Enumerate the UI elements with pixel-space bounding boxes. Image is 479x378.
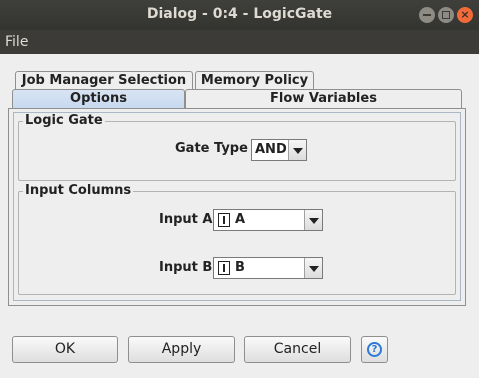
input-b-value: B bbox=[235, 260, 245, 275]
tab-label: Options bbox=[70, 91, 127, 106]
input-a-label: Input A bbox=[159, 212, 213, 227]
help-button[interactable]: ? bbox=[361, 336, 388, 363]
dialog-window: Dialog - 0:4 - LogicGate × File Job Mana… bbox=[0, 0, 479, 378]
tab-label: Memory Policy bbox=[200, 73, 309, 88]
chevron-down-icon[interactable] bbox=[288, 140, 306, 160]
options-panel: Logic Gate Gate Type AND Input Columns I… bbox=[8, 108, 466, 306]
close-icon: × bbox=[460, 8, 470, 21]
column-type-icon bbox=[218, 261, 230, 275]
input-b-label: Input B bbox=[159, 260, 213, 275]
input-a-value: A bbox=[235, 212, 246, 227]
logic-gate-group: Logic Gate Gate Type AND bbox=[18, 113, 456, 181]
tab-job-manager-selection[interactable]: Job Manager Selection bbox=[15, 71, 193, 91]
minimize-icon bbox=[419, 7, 435, 23]
options-content: Logic Gate Gate Type AND Input Columns I… bbox=[13, 112, 461, 301]
gate-type-label: Gate Type bbox=[175, 141, 248, 156]
input-columns-group: Input Columns Input A A Input B B bbox=[18, 183, 456, 295]
input-columns-legend: Input Columns bbox=[23, 183, 134, 198]
tab-label: Flow Variables bbox=[270, 91, 377, 106]
minimize-button[interactable] bbox=[419, 7, 435, 23]
apply-button[interactable]: Apply bbox=[128, 336, 235, 363]
input-b-select[interactable]: B bbox=[213, 257, 323, 279]
ok-button[interactable]: OK bbox=[12, 336, 118, 363]
title-bar[interactable]: Dialog - 0:4 - LogicGate × bbox=[0, 0, 479, 30]
gate-type-select[interactable]: AND bbox=[251, 139, 307, 161]
cancel-button[interactable]: Cancel bbox=[244, 336, 351, 363]
tab-options[interactable]: Options bbox=[12, 89, 185, 109]
maximize-button[interactable] bbox=[438, 7, 454, 23]
tab-memory-policy[interactable]: Memory Policy bbox=[195, 71, 314, 91]
chevron-down-icon[interactable] bbox=[304, 258, 322, 278]
column-type-icon bbox=[218, 213, 230, 227]
maximize-icon bbox=[438, 7, 454, 23]
logic-gate-legend: Logic Gate bbox=[23, 113, 105, 128]
menu-file[interactable]: File bbox=[5, 34, 28, 50]
tab-label: Job Manager Selection bbox=[21, 73, 187, 88]
menu-bar: File bbox=[0, 30, 479, 54]
close-button[interactable]: × bbox=[457, 7, 473, 23]
tab-flow-variables[interactable]: Flow Variables bbox=[185, 89, 462, 108]
input-a-select[interactable]: A bbox=[213, 209, 323, 231]
window-title: Dialog - 0:4 - LogicGate bbox=[146, 6, 333, 22]
gate-type-value: AND bbox=[255, 142, 287, 157]
help-icon: ? bbox=[367, 342, 382, 357]
chevron-down-icon[interactable] bbox=[304, 210, 322, 230]
